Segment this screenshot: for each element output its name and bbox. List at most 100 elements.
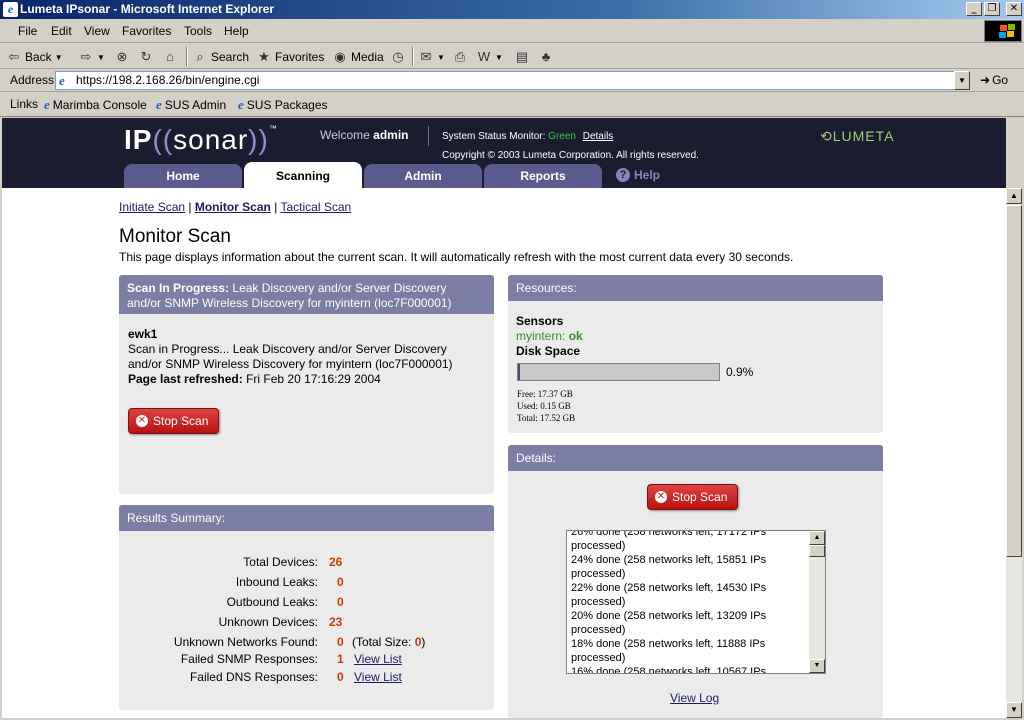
link-sus-packages[interactable]: e SUS Packages: [238, 97, 328, 113]
failed-snmp-label: Failed SNMP Responses:: [180, 652, 318, 666]
media-icon: ◉: [334, 49, 346, 64]
link-label: SUS Admin: [164, 98, 227, 112]
page-title: Monitor Scan: [119, 226, 231, 247]
scroll-down-icon[interactable]: ▼: [809, 659, 825, 673]
page-scrollbar[interactable]: ▲ ▼: [1006, 188, 1022, 718]
help-icon: ?: [616, 168, 630, 182]
log-line: processed): [571, 596, 626, 608]
details-stop-scan-button[interactable]: ✕ Stop Scan: [647, 484, 739, 510]
initiate-scan-link[interactable]: Initiate Scan: [119, 200, 185, 214]
tab-reports[interactable]: Reports: [484, 164, 602, 188]
forward-dropdown-icon[interactable]: ▼: [97, 53, 105, 62]
monitor-scan-link[interactable]: Monitor Scan: [195, 200, 271, 214]
scan-progress-desc1: Leak Discovery and/or Server Discovery: [232, 281, 447, 295]
unknown-devices-label: Unknown Devices:: [218, 615, 318, 629]
favorites-button[interactable]: ★ Favorites: [256, 49, 324, 65]
tab-admin[interactable]: Admin: [364, 164, 482, 188]
home-button[interactable]: ⌂: [162, 49, 178, 65]
scroll-up-icon[interactable]: ▲: [809, 531, 825, 545]
outbound-leaks-label: Outbound Leaks:: [226, 595, 318, 609]
scan-status-line1: Scan in Progress... Leak Discovery and/o…: [128, 342, 447, 356]
search-icon: ⌕: [196, 49, 204, 64]
scan-log[interactable]: 26% done (258 networks left, 17172 IPs pr…: [566, 530, 826, 674]
page-scroll-up-icon[interactable]: ▲: [1006, 188, 1022, 204]
tactical-scan-link[interactable]: Tactical Scan: [280, 200, 351, 214]
ie-link-icon: e: [238, 97, 244, 112]
ie-link-icon: e: [156, 97, 162, 112]
status-details-link[interactable]: Details: [583, 131, 614, 142]
tab-home[interactable]: Home: [124, 164, 242, 188]
back-button[interactable]: ⇦ Back ▼: [6, 49, 63, 65]
favorites-icon: ★: [258, 49, 270, 64]
page-scroll-down-icon[interactable]: ▼: [1006, 702, 1022, 718]
minimize-button[interactable]: _: [966, 2, 982, 16]
edit-button[interactable]: W ▼: [476, 49, 503, 65]
scan-progress-header: Scan In Progress: Leak Discovery and/or …: [119, 275, 494, 314]
stop-x-icon: ✕: [136, 415, 148, 427]
menu-edit[interactable]: Edit: [51, 24, 72, 38]
back-arrow-icon: ⇦: [8, 49, 20, 64]
address-input[interactable]: e https://198.2.168.26/bin/engine.cgi: [55, 71, 970, 90]
page-description: This page displays information about the…: [119, 250, 794, 264]
history-icon: ◷: [392, 49, 404, 64]
stop-x-icon: ✕: [655, 491, 667, 503]
breadcrumb-separator: |: [274, 200, 278, 214]
mail-button[interactable]: ✉ ▼: [418, 49, 445, 65]
menu-file[interactable]: File: [18, 24, 37, 38]
view-log-link[interactable]: View Log: [670, 691, 719, 705]
search-button[interactable]: ⌕ Search: [192, 49, 249, 65]
menu-help[interactable]: Help: [224, 24, 249, 38]
forward-button[interactable]: ⇨ ▼: [78, 49, 105, 65]
menu-view[interactable]: View: [84, 24, 110, 38]
history-button[interactable]: ◷: [390, 49, 406, 65]
log-line: processed): [571, 652, 626, 664]
print-button[interactable]: ⎙: [452, 49, 468, 65]
mail-dropdown-icon[interactable]: ▼: [437, 53, 445, 62]
address-dropdown-icon[interactable]: ▼: [954, 71, 970, 90]
go-button[interactable]: ➜ Go: [980, 73, 1008, 87]
unknown-devices-value: 23: [329, 615, 343, 629]
failed-dns-label: Failed DNS Responses:: [189, 670, 318, 684]
maximize-button[interactable]: ❐: [984, 2, 1000, 16]
stop-button[interactable]: ⊗: [114, 49, 130, 65]
menu-tools[interactable]: Tools: [184, 24, 212, 38]
total-size: (Total Size: 0): [352, 635, 425, 649]
failed-dns-view-list[interactable]: View List: [354, 670, 402, 684]
page-viewport: IP((sonar))™ Welcome admin System Status…: [2, 118, 1006, 718]
log-line: 18% done (258 networks left, 11888 IPs: [571, 638, 766, 650]
scan-log-scrollbar[interactable]: ▲ ▼: [809, 531, 825, 673]
stop-scan-button[interactable]: ✕ Stop Scan: [128, 408, 220, 434]
details-stop-scan-label: Stop Scan: [672, 490, 728, 504]
lumeta-logo: ⟲LUMETA: [820, 128, 894, 145]
scroll-thumb[interactable]: [809, 545, 825, 557]
messenger-button[interactable]: ♣: [538, 49, 554, 65]
page-scroll-thumb[interactable]: [1006, 205, 1022, 557]
back-dropdown-icon[interactable]: ▼: [55, 53, 63, 62]
log-line: processed): [571, 540, 626, 552]
failed-snmp-view-list[interactable]: View List: [354, 652, 402, 666]
sensor-status: myintern: ok: [516, 329, 583, 344]
total-devices-value: 26: [329, 555, 343, 569]
links-label: Links: [10, 97, 39, 111]
menu-favorites[interactable]: Favorites: [122, 24, 171, 38]
link-marimba-console[interactable]: e Marimba Console: [44, 97, 147, 113]
refresh-button[interactable]: ↻: [138, 49, 154, 65]
media-button[interactable]: ◉ Media: [332, 49, 383, 65]
results-summary-panel: Results Summary: Total Devices: 26 Inbou…: [119, 505, 494, 710]
page-icon: e: [59, 73, 65, 88]
window-title: Lumeta IPsonar - Microsoft Internet Expl…: [20, 2, 275, 16]
status-value: Green: [548, 131, 576, 142]
disk-space-bar: [517, 363, 720, 381]
page-last-refreshed: Page last refreshed: Fri Feb 20 17:16:29…: [128, 372, 453, 387]
tab-scanning[interactable]: Scanning: [244, 162, 362, 188]
window-controls: _ ❐ ✕: [966, 2, 1022, 16]
edit-dropdown-icon[interactable]: ▼: [495, 53, 503, 62]
breadcrumb: Initiate Scan | Monitor Scan | Tactical …: [119, 200, 351, 214]
link-sus-admin[interactable]: e SUS Admin: [156, 97, 226, 113]
inbound-leaks-value: 0: [337, 575, 344, 589]
discuss-button[interactable]: ▤: [514, 49, 530, 65]
stop-scan-label: Stop Scan: [153, 414, 209, 428]
scan-progress-desc2: and/or SNMP Wireless Discovery for myint…: [127, 296, 452, 310]
close-button[interactable]: ✕: [1006, 2, 1022, 16]
help-link[interactable]: ? Help: [616, 168, 660, 182]
